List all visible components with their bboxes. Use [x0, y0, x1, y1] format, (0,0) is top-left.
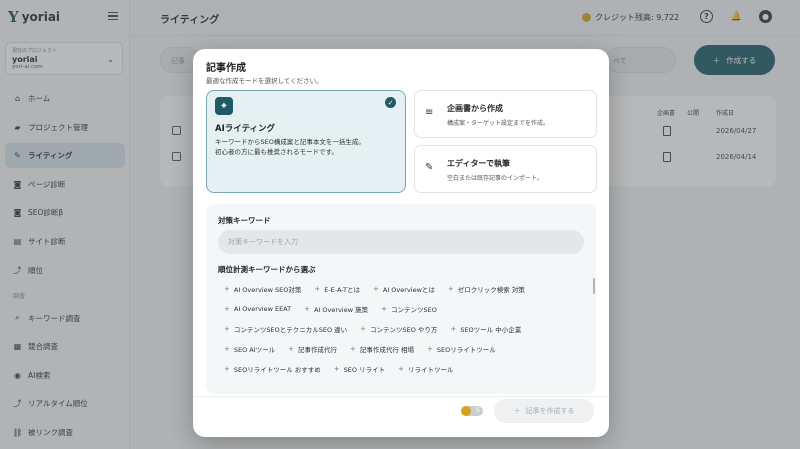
keyword-panel: 対策キーワード 順位計測キーワードから選ぶ +AI Overview SEO対策… [206, 204, 596, 394]
keyword-chip-list: + AI Overview SEO対策 + E-E-A-Tとは + AI Overview… [224, 279, 574, 379]
footer-divider [193, 396, 609, 397]
mode-card-ai-writing[interactable]: ✦ ✓ AIライティング キーワードからSEO構成案と記事本文を一括生成。 初心… [206, 90, 406, 193]
keyword-chip-label: SEOリライトツール [436, 346, 496, 354]
keyword-label: 対策キーワード [218, 216, 271, 225]
chip-row: + SEO AIツール + 記事作成代行 + 記事作成代行 相場 + SEOリライトツール [224, 339, 574, 359]
chip-row: + AI Overview EEAT + AI Overview 施策 + コンテンツSE… [224, 299, 574, 319]
mode-title: AIライティング [215, 124, 276, 134]
check-icon: ✓ [385, 97, 396, 108]
create-article-label: 記事を作成する [525, 407, 575, 415]
keyword-chip[interactable]: + SEO AIツール [224, 344, 275, 354]
keyword-chip-label: 記事作成代行 相場 [359, 346, 414, 354]
chip-row: + AI Overview SEO対策 + E-E-A-Tとは + AI Overview… [224, 279, 574, 299]
plus-icon: + [360, 325, 367, 333]
keyword-chip[interactable]: + ゼロクリック検索 対策 [448, 284, 525, 294]
plus-icon: + [224, 285, 230, 293]
plus-icon: + [350, 345, 356, 353]
mode-card-editor[interactable]: ✎ エディターで執筆 空白または既存記事のインポート。 [414, 145, 597, 193]
mode-description-line: キーワードからSEO構成案と記事本文を一括生成。 [215, 138, 365, 146]
plus-icon: + [373, 285, 379, 293]
keyword-chip-label: コンテンツSEOとテクニカルSEO 違い [233, 326, 348, 334]
keyword-chip-label: AI Overview EEAT [233, 305, 292, 313]
list-edit-icon: ≡ [425, 107, 434, 118]
create-article-button[interactable]: ＋ 記事を作成する [494, 399, 594, 423]
keyword-chip-label: SEO AIツール [233, 346, 276, 354]
keyword-chip[interactable]: + 記事作成代行 相場 [350, 344, 414, 354]
plus-icon: + [224, 325, 230, 333]
keyword-chip[interactable]: + コンテンツSEO [381, 304, 437, 314]
keyword-chip[interactable]: + SEOツール 中小企業 [450, 324, 521, 334]
keyword-chip-label: ゼロクリック検索 対策 [457, 286, 525, 294]
chip-row: + コンテンツSEOとテクニカルSEO 違い + コンテンツSEO やり方 + SEOツー… [224, 319, 574, 339]
keyword-chip-label: コンテンツSEO [390, 306, 437, 314]
plus-icon: + [381, 305, 387, 313]
mode-title: 企画書から作成 [447, 104, 503, 113]
keyword-chip[interactable]: + コンテンツSEOとテクニカルSEO 違い [224, 324, 347, 334]
keyword-chip[interactable]: + AI Overviewとは [373, 284, 435, 294]
plus-icon: + [304, 305, 310, 313]
mode-description-line: 初心者の方に最も推奨されるモードです。 [215, 148, 338, 156]
scroll-fade [206, 372, 596, 394]
keyword-chip[interactable]: + AI Overview 施策 [304, 304, 368, 314]
rank-keyword-label: 順位計測キーワードから選ぶ [218, 265, 316, 274]
plus-icon: + [224, 345, 230, 353]
plus-icon: + [224, 305, 230, 313]
plus-icon: + [450, 325, 457, 333]
plus-icon: + [314, 285, 321, 293]
coin-icon [461, 406, 471, 416]
sparkle-icon: ✦ [215, 97, 233, 115]
keyword-chip-label: SEOツール 中小企業 [460, 326, 522, 334]
keyword-chip[interactable]: + SEOリライトツール [427, 344, 496, 354]
keyword-chip[interactable]: + AI Overview EEAT [224, 305, 291, 313]
keyword-input[interactable] [218, 230, 584, 254]
credit-toggle[interactable]: 5 [461, 406, 483, 416]
mode-description: 空白または既存記事のインポート。 [447, 175, 543, 182]
keyword-chip-label: 記事作成代行 [298, 346, 338, 354]
keyword-chip-label: E-E-A-Tとは [324, 286, 360, 294]
modal-title: 記事作成 [206, 63, 246, 74]
keyword-chip-label: AI Overviewとは [382, 286, 435, 294]
plus-icon: + [426, 345, 433, 353]
mode-title: エディターで執筆 [447, 159, 510, 168]
keyword-chip[interactable]: + E-E-A-Tとは [314, 284, 360, 294]
plus-icon: + [447, 285, 454, 293]
pencil-icon: ✎ [425, 162, 434, 173]
keyword-chip[interactable]: + AI Overview SEO対策 [224, 284, 301, 294]
credit-cost: 5 [476, 407, 480, 414]
keyword-chip-label: AI Overview 施策 [313, 306, 369, 314]
mode-description: キーワードからSEO構成案と記事本文を一括生成。 初心者の方に最も推奨されるモー… [215, 137, 400, 157]
mode-description: 構成案・ターゲット設定までを作成。 [447, 120, 550, 127]
keyword-chip[interactable]: + 記事作成代行 [288, 344, 337, 354]
keyword-chip-label: コンテンツSEO やり方 [370, 326, 438, 334]
keyword-chip-label: AI Overview SEO対策 [233, 286, 302, 294]
create-article-modal: 記事作成 最適な作成モードを選択してください。 ✦ ✓ AIライティング キーワ… [193, 49, 609, 437]
plus-icon: + [288, 345, 295, 353]
keyword-chip[interactable]: + コンテンツSEO やり方 [360, 324, 437, 334]
plus-icon: ＋ [513, 407, 521, 415]
mode-card-plan[interactable]: ≡ 企画書から作成 構成案・ターゲット設定までを作成。 [414, 90, 597, 138]
chip-list-scrollbar[interactable] [593, 278, 595, 294]
modal-subtitle: 最適な作成モードを選択してください。 [206, 77, 323, 85]
